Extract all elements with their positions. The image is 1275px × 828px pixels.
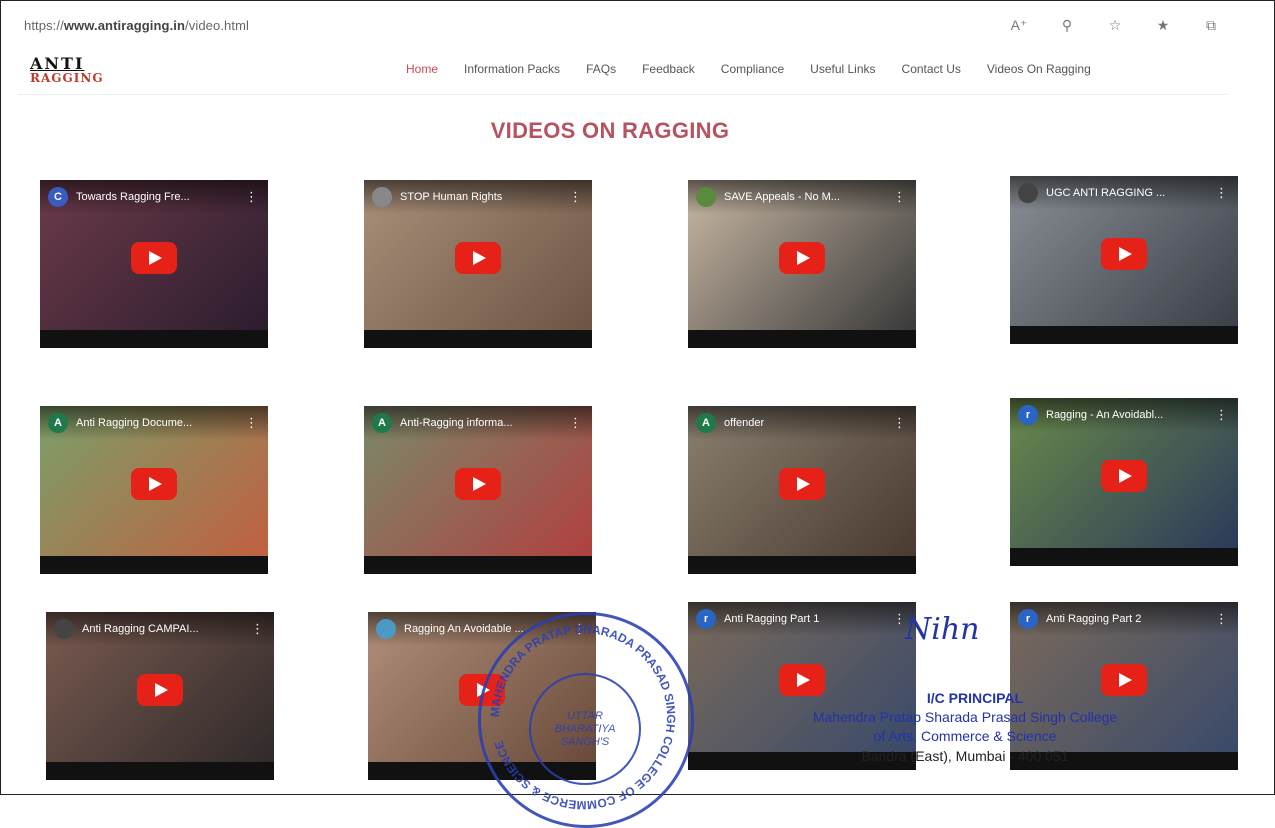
channel-avatar[interactable]: C [48, 187, 68, 207]
nav-item-useful-links[interactable]: Useful Links [810, 62, 875, 76]
more-options-icon[interactable]: ⋮ [569, 189, 582, 205]
video-title-bar: A Anti-Ragging informa... ⋮ [364, 406, 592, 440]
video-embed[interactable]: STOP Human Rights ⋮ [364, 180, 592, 348]
video-title[interactable]: Ragging - An Avoidabl... [1046, 409, 1163, 421]
address-bar[interactable]: https://www.antiragging.in/video.html A⁺… [10, 12, 1230, 38]
channel-avatar[interactable] [696, 187, 716, 207]
url-path: /video.html [185, 17, 250, 33]
logo-line1: ANTI [30, 54, 85, 73]
play-icon[interactable] [1101, 460, 1147, 492]
stamp-center-line: BHARATIYA [554, 722, 616, 735]
logo-line2: RAGGING [30, 71, 104, 85]
play-icon[interactable] [131, 242, 177, 274]
nav-item-information-packs[interactable]: Information Packs [464, 62, 560, 76]
signature-line3: Bandra (East), Mumbai - 400 051 [861, 748, 1069, 764]
play-icon[interactable] [455, 242, 501, 274]
nav-item-contact-us[interactable]: Contact Us [902, 62, 961, 76]
video-embed[interactable]: SAVE Appeals - No M... ⋮ [688, 180, 916, 348]
video-title-bar: SAVE Appeals - No M... ⋮ [688, 180, 916, 214]
video-title-bar: Aoffender ⋮ [688, 406, 916, 440]
more-options-icon[interactable]: ⋮ [893, 189, 906, 205]
video-title-bar: r Ragging - An Avoidabl... ⋮ [1010, 398, 1238, 432]
video-embed[interactable]: Aoffender ⋮ [688, 406, 916, 574]
video-title[interactable]: STOP Human Rights [400, 191, 502, 203]
play-icon[interactable] [131, 468, 177, 500]
more-options-icon[interactable]: ⋮ [251, 621, 264, 637]
more-options-icon[interactable]: ⋮ [245, 415, 258, 431]
url-text[interactable]: https://www.antiragging.in/video.html [24, 18, 249, 33]
favorite-icon[interactable]: ☆ [1106, 17, 1124, 34]
video-embed[interactable]: Anti Ragging CAMPAI... ⋮ [46, 612, 274, 780]
signature-line1: Mahendra Pratap Sharada Prasad Singh Col… [812, 709, 1118, 725]
video-title-bar: UGC ANTI RAGGING ... ⋮ [1010, 176, 1238, 210]
video-title-bar: r Anti Ragging Part 2 ⋮ [1010, 602, 1238, 636]
principal-signature: Nihn [905, 612, 980, 647]
video-embed[interactable]: A Anti-Ragging informa... ⋮ [364, 406, 592, 574]
signature-block: I/C PRINCIPAL Mahendra Pratap Sharada Pr… [745, 690, 1185, 764]
channel-avatar[interactable]: r [1018, 405, 1038, 425]
video-title[interactable]: SAVE Appeals - No M... [724, 191, 840, 203]
url-prefix: https:// [24, 17, 64, 33]
channel-avatar[interactable]: r [1018, 609, 1038, 629]
channel-avatar[interactable]: A [372, 413, 392, 433]
video-title[interactable]: Anti-Ragging informa... [400, 417, 513, 429]
play-icon[interactable] [137, 674, 183, 706]
video-title[interactable]: Anti Ragging CAMPAI... [82, 623, 199, 635]
video-embed[interactable]: C Towards Ragging Fre... ⋮ [40, 180, 268, 348]
signature-line2: of Arts, Commerce & Science [873, 728, 1057, 744]
channel-avatar[interactable] [54, 619, 74, 639]
channel-avatar[interactable]: A [696, 413, 716, 433]
site-navbar: ANTI RAGGING Home Information Packs FAQs Fe… [18, 50, 1228, 95]
nav-item-faqs[interactable]: FAQs [586, 62, 616, 76]
channel-avatar[interactable] [1018, 183, 1038, 203]
video-title[interactable]: Towards Ragging Fre... [76, 191, 190, 203]
play-icon[interactable] [779, 468, 825, 500]
video-title[interactable]: UGC ANTI RAGGING ... [1046, 187, 1165, 199]
nav-item-feedback[interactable]: Feedback [642, 62, 695, 76]
page-title: VIDEOS ON RAGGING [490, 118, 730, 143]
video-embed[interactable]: A Anti Ragging Docume... ⋮ [40, 406, 268, 574]
play-icon[interactable] [1101, 238, 1147, 270]
channel-avatar[interactable] [372, 187, 392, 207]
anti-ragging-logo[interactable]: ANTI RAGGING [30, 54, 104, 88]
main-menu: Home Information Packs FAQs Feedback Complia… [406, 62, 1117, 76]
collections-icon[interactable]: ⧉ [1202, 17, 1220, 34]
video-embed[interactable]: r Ragging - An Avoidabl... ⋮ [1010, 398, 1238, 566]
url-domain: www.antiragging.in [63, 17, 186, 33]
stamp-center-line: UTTAR [567, 709, 603, 722]
video-title-bar: Anti Ragging CAMPAI... ⋮ [46, 612, 274, 646]
nav-item-home[interactable]: Home [406, 62, 438, 76]
read-aloud-icon[interactable]: A⁺ [1010, 17, 1028, 34]
nav-item-compliance[interactable]: Compliance [721, 62, 784, 76]
nav-item-videos-on-ragging[interactable]: Videos On Ragging [987, 62, 1091, 76]
video-title-bar: C Towards Ragging Fre... ⋮ [40, 180, 268, 214]
more-options-icon[interactable]: ⋮ [569, 415, 582, 431]
zoom-icon[interactable]: ⚲ [1058, 17, 1076, 34]
signature-title: I/C PRINCIPAL [926, 690, 1024, 706]
video-embed[interactable]: UGC ANTI RAGGING ... ⋮ [1010, 176, 1238, 344]
video-title-bar: r Anti Ragging Part 1 ⋮ [688, 602, 916, 636]
more-options-icon[interactable]: ⋮ [893, 415, 906, 431]
more-options-icon[interactable]: ⋮ [245, 189, 258, 205]
video-title-bar: A Anti Ragging Docume... ⋮ [40, 406, 268, 440]
play-icon[interactable] [455, 468, 501, 500]
favorites-list-icon[interactable]: ★ [1154, 17, 1172, 34]
play-icon[interactable] [779, 242, 825, 274]
stamp-center: UTTAR BHARATIYA SANGH'S [529, 673, 641, 785]
more-options-icon[interactable]: ⋮ [1215, 611, 1228, 627]
video-title[interactable]: Anti Ragging Part 2 [1046, 613, 1141, 625]
channel-avatar[interactable] [376, 619, 396, 639]
channel-avatar[interactable]: A [48, 413, 68, 433]
channel-avatar[interactable]: r [696, 609, 716, 629]
college-stamp: MAHENDRA PRATAP SHARADA PRASAD SINGH COL… [478, 612, 694, 828]
video-title[interactable]: offender [724, 417, 764, 429]
more-options-icon[interactable]: ⋮ [1215, 185, 1228, 201]
video-title-bar: STOP Human Rights ⋮ [364, 180, 592, 214]
video-title[interactable]: Anti Ragging Part 1 [724, 613, 819, 625]
stamp-center-line: SANGH'S [560, 735, 610, 748]
more-options-icon[interactable]: ⋮ [1215, 407, 1228, 423]
browser-toolbar: A⁺ ⚲ ☆ ★ ⧉ [1010, 17, 1220, 34]
video-title[interactable]: Anti Ragging Docume... [76, 417, 192, 429]
